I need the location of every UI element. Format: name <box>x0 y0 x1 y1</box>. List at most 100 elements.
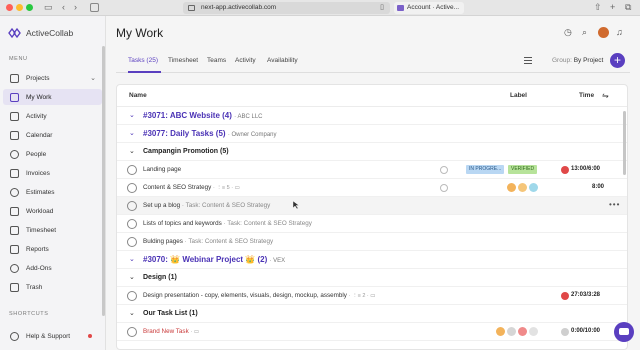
task-checkbox[interactable] <box>127 237 137 247</box>
sidebar-toggle-icon[interactable]: ▭ <box>44 2 53 13</box>
task-name[interactable]: Brand New Task · ▭ <box>143 328 199 335</box>
add-task-button[interactable]: + <box>610 53 625 68</box>
assignee-avatar[interactable] <box>496 327 505 336</box>
task-name[interactable]: Lists of topics and keywords · Task: Con… <box>143 220 312 227</box>
assignee-avatar[interactable] <box>518 327 527 336</box>
chevron-down-icon[interactable]: ⌄ <box>129 255 135 263</box>
group-by-select[interactable]: Group: By Project <box>552 57 603 64</box>
task-checkbox[interactable] <box>127 201 137 211</box>
sidebar-item-projects[interactable]: Projects ⌄ <box>3 70 102 86</box>
minimize-window-button[interactable] <box>16 4 23 11</box>
clock-icon[interactable] <box>440 166 448 174</box>
assignee-avatar[interactable] <box>529 327 538 336</box>
timer-running-icon[interactable] <box>561 166 569 174</box>
sidebar-item-add-ons[interactable]: Add-Ons <box>3 260 102 276</box>
task-checkbox[interactable] <box>127 219 137 229</box>
forward-icon[interactable]: › <box>74 2 77 13</box>
project-title[interactable]: #3070: 👑 Webinar Project 👑 (2) · VEX <box>143 255 285 264</box>
sidebar-item-calendar[interactable]: Calendar <box>3 127 102 143</box>
sidebar-item-timesheet[interactable]: Timesheet <box>3 222 102 238</box>
zoom-window-button[interactable] <box>26 4 33 11</box>
back-icon[interactable]: ‹ <box>62 2 65 13</box>
task-row[interactable]: Lists of topics and keywords · Task: Con… <box>117 215 627 233</box>
task-checkbox[interactable] <box>127 165 137 175</box>
task-row[interactable]: Content & SEO Strategy · ⋮≡ 5 · ▭ 8:00 <box>117 179 627 197</box>
reader-icon[interactable]: ▯ <box>380 2 384 14</box>
search-icon[interactable]: ⌕ <box>582 27 587 38</box>
sidebar-item-reports[interactable]: Reports <box>3 241 102 257</box>
project-title[interactable]: #3077: Daily Tasks (5) · Owner Company <box>143 129 277 138</box>
tab-tasks[interactable]: Tasks (25) <box>128 57 158 64</box>
chat-support-button[interactable] <box>614 322 634 342</box>
column-settings-icon[interactable]: ⇋ <box>602 91 609 100</box>
column-time[interactable]: Time <box>579 92 594 99</box>
tab-teams[interactable]: Teams <box>207 57 226 64</box>
timesheet-icon <box>10 225 19 235</box>
more-options-button[interactable]: ••• <box>609 200 620 209</box>
column-label[interactable]: Label <box>510 92 527 99</box>
close-window-button[interactable] <box>6 4 13 11</box>
share-icon[interactable]: ⇧ <box>594 2 602 13</box>
task-group-row[interactable]: ⌄ Design (1) <box>117 269 627 287</box>
assignee-avatar[interactable] <box>507 183 516 192</box>
project-title[interactable]: #3071: ABC Website (4) · ABC LLC <box>143 111 263 120</box>
new-tab-icon[interactable]: + <box>610 2 615 13</box>
sidebar-item-my-work[interactable]: My Work <box>3 89 102 105</box>
task-group-row[interactable]: ⌄ Our Task List (1) <box>117 305 627 323</box>
task-name[interactable]: Set up a blog · Task: Content & SEO Stra… <box>143 202 270 209</box>
task-row[interactable]: Set up a blog · Task: Content & SEO Stra… <box>117 197 627 215</box>
chevron-down-icon[interactable]: ⌄ <box>129 111 135 119</box>
timer-icon[interactable]: ◷ <box>564 27 572 38</box>
task-checkbox[interactable] <box>127 291 137 301</box>
task-row[interactable]: Brand New Task · ▭ 0:00/10:00 <box>117 323 627 341</box>
sidebar-item-workload[interactable]: Workload <box>3 203 102 219</box>
assignee-avatar[interactable] <box>529 183 538 192</box>
task-row[interactable]: Landing page IN PROGRE... VERIFIED 13:00… <box>117 161 627 179</box>
timer-running-icon[interactable] <box>561 292 569 300</box>
timer-idle-icon[interactable] <box>561 328 569 336</box>
project-row[interactable]: ⌄ #3077: Daily Tasks (5) · Owner Company <box>117 125 627 143</box>
group-label: Group: <box>552 57 572 64</box>
tab-activity[interactable]: Activity <box>235 57 256 64</box>
logo[interactable]: ActiveCollab <box>8 26 73 40</box>
sidebar-item-trash[interactable]: Trash <box>3 279 102 295</box>
assignee-avatar[interactable] <box>518 183 527 192</box>
task-name[interactable]: Landing page <box>143 166 181 173</box>
tab-grid-icon[interactable]: ⧉ <box>625 2 631 13</box>
browser-tab-account[interactable]: Account · Active... <box>394 2 464 14</box>
address-bar[interactable]: next-app.activecollab.com ▯ <box>183 2 390 14</box>
chevron-down-icon[interactable]: ⌄ <box>129 129 135 137</box>
sidebar-scrollbar[interactable] <box>102 46 105 316</box>
chevron-down-icon[interactable]: ⌄ <box>129 273 135 281</box>
label-verified[interactable]: VERIFIED <box>508 165 538 174</box>
tab-timesheet[interactable]: Timesheet <box>168 57 198 64</box>
label-in-progress[interactable]: IN PROGRE... <box>466 165 505 174</box>
sidebar-item-activity[interactable]: Activity <box>3 108 102 124</box>
list-scrollbar[interactable] <box>623 111 626 175</box>
filter-icon[interactable] <box>524 57 532 64</box>
task-checkbox[interactable] <box>127 327 137 337</box>
help-and-support-link[interactable]: Help & Support <box>3 328 102 344</box>
sidebar-item-invoices[interactable]: Invoices <box>3 165 102 181</box>
chevron-down-icon[interactable]: ⌄ <box>129 147 135 155</box>
avatar[interactable] <box>598 27 609 38</box>
assignee-avatar[interactable] <box>507 327 516 336</box>
sidebar-item-people[interactable]: People <box>3 146 102 162</box>
task-row[interactable]: Design presentation - copy, elements, vi… <box>117 287 627 305</box>
task-group-row[interactable]: ⌄ Campangin Promotion (5) <box>117 143 627 161</box>
tab-availability[interactable]: Availability <box>267 57 298 64</box>
column-name[interactable]: Name <box>129 92 147 99</box>
task-name[interactable]: Content & SEO Strategy · ⋮≡ 5 · ▭ <box>143 184 240 191</box>
task-name[interactable]: Bulding pages · Task: Content & SEO Stra… <box>143 238 273 245</box>
task-checkbox[interactable] <box>127 183 137 193</box>
chevron-down-icon[interactable]: ⌄ <box>129 309 135 317</box>
chevron-down-icon[interactable]: ⌄ <box>90 74 96 82</box>
clock-icon[interactable] <box>440 184 448 192</box>
project-row[interactable]: ⌄ #3070: 👑 Webinar Project 👑 (2) · VEX <box>117 251 627 269</box>
task-row[interactable]: Bulding pages · Task: Content & SEO Stra… <box>117 233 627 251</box>
sidebar-item-estimates[interactable]: Estimates <box>3 184 102 200</box>
bell-icon[interactable]: ♫ <box>616 27 623 37</box>
tab-overview-icon[interactable] <box>90 3 99 12</box>
task-name[interactable]: Design presentation - copy, elements, vi… <box>143 292 375 299</box>
project-row[interactable]: ⌄ #3071: ABC Website (4) · ABC LLC <box>117 107 627 125</box>
